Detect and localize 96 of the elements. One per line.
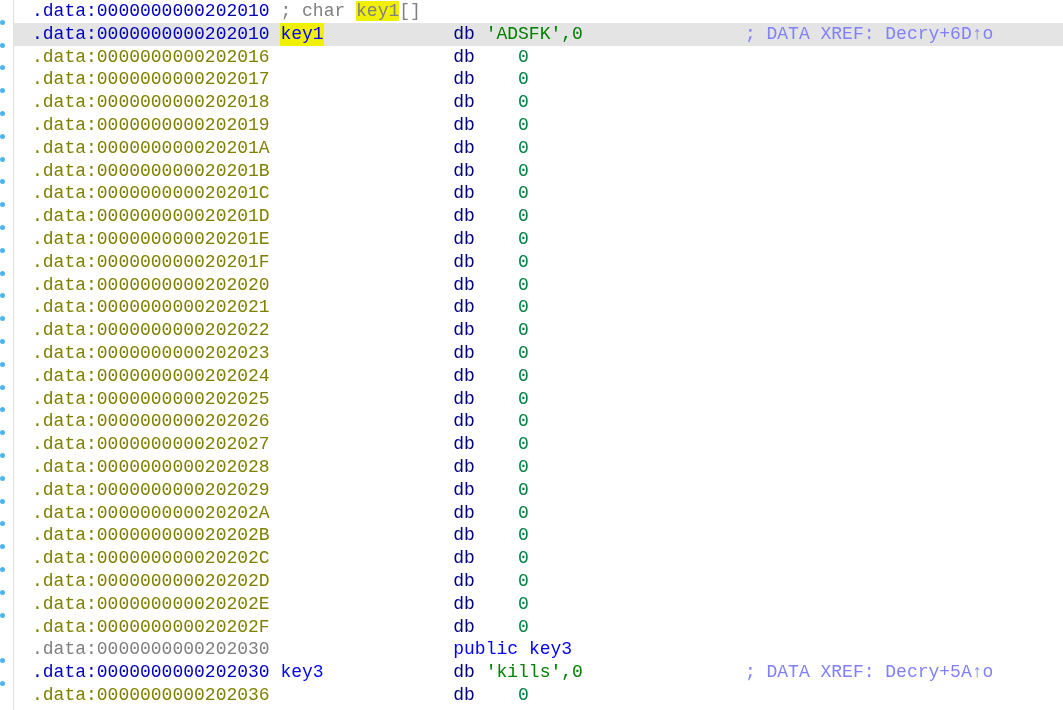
mnemonic: db [453, 205, 476, 228]
xref-comment: ; DATA XREF: Decry+6D↑o [744, 22, 994, 46]
line-address: .data:0000000000202019 [32, 114, 271, 137]
mnemonic: db [453, 478, 476, 502]
operand: 0 [518, 91, 529, 114]
line-address: .data:0000000000202010 [32, 22, 271, 46]
operand: 0 [518, 410, 529, 434]
mnemonic: db [453, 319, 476, 342]
mnemonic: db [453, 592, 476, 616]
line-address: .data:0000000000202025 [32, 387, 271, 411]
mnemonic: db [453, 250, 476, 274]
operand: 0 [518, 683, 529, 707]
mnemonic: db [453, 182, 476, 206]
line-address: .data:0000000000202026 [32, 410, 271, 434]
mnemonic: db [453, 341, 476, 365]
mnemonic: db [453, 455, 476, 479]
operand: key3 [528, 638, 573, 662]
line-address: .data:000000000020202D [32, 569, 271, 593]
operand: 0 [518, 615, 529, 639]
mnemonic: db [453, 159, 476, 183]
operand: 0 [518, 501, 529, 525]
mnemonic: db [453, 524, 476, 548]
operand: 0 [518, 478, 529, 502]
mnemonic: db [453, 569, 476, 593]
operand: 0 [518, 159, 529, 183]
mnemonic: db [453, 45, 476, 69]
operand: 0 [518, 136, 529, 160]
mnemonic: db [453, 273, 476, 297]
line-address: .data:0000000000202023 [32, 341, 271, 365]
line-address: .data:0000000000202027 [32, 433, 271, 456]
line-address: .data:0000000000202021 [32, 296, 271, 320]
operand: 0 [518, 205, 529, 228]
mnemonic: db [453, 114, 476, 137]
operand: 0 [518, 227, 529, 251]
line-address: .data:0000000000202030 [32, 661, 271, 684]
mnemonic: db [453, 433, 476, 456]
operand: 0 [518, 455, 529, 479]
operand: 0 [518, 68, 529, 92]
line-address: .data:000000000020201B [32, 159, 271, 183]
line-address: .data:000000000020202B [32, 524, 271, 548]
mnemonic: db [453, 501, 476, 525]
line-address: .data:000000000020202F [32, 615, 271, 639]
mnemonic: db [453, 683, 476, 707]
line-address: .data:000000000020202E [32, 592, 271, 616]
symbol-name[interactable]: key1 [280, 22, 324, 46]
operand: 0 [518, 182, 529, 206]
mnemonic: db [453, 410, 476, 434]
line-address: .data:0000000000202036 [32, 683, 271, 707]
line-address: .data:000000000020201E [32, 227, 271, 251]
line-address: .data:0000000000202018 [32, 91, 271, 114]
line-address: .data:0000000000202010 [32, 0, 271, 23]
line-address: .data:000000000020202A [32, 501, 271, 525]
operand: 0 [518, 547, 529, 570]
line-address: .data:0000000000202024 [32, 364, 271, 388]
line-address: .data:0000000000202029 [32, 478, 271, 502]
line-address: .data:0000000000202017 [32, 68, 271, 92]
line-address: .data:0000000000202028 [32, 455, 271, 479]
mnemonic: db [453, 68, 476, 92]
mnemonic: db [453, 661, 476, 684]
symbol-name[interactable]: key3 [280, 661, 324, 684]
operand: 0 [518, 524, 529, 548]
operand: 0 [518, 114, 529, 137]
operand: 0 [518, 250, 529, 274]
operand: 0 [518, 45, 529, 69]
operand: 0 [518, 387, 529, 411]
mnemonic: db [453, 364, 476, 388]
mnemonic: db [453, 91, 476, 114]
line-address: .data:000000000020202C [32, 547, 271, 570]
line-address: .data:000000000020201C [32, 182, 271, 206]
mnemonic: db [453, 547, 476, 570]
line-comment: ; char key1[] [280, 0, 421, 23]
xref-comment: ; DATA XREF: Decry+5A↑o [744, 661, 994, 684]
line-address: .data:000000000020201D [32, 205, 271, 228]
mnemonic: db [453, 136, 476, 160]
operand: 0 [518, 364, 529, 388]
line-address: .data:0000000000202030 [32, 638, 271, 662]
mnemonic: db [453, 296, 476, 320]
operand: 0 [518, 296, 529, 320]
mnemonic: db [453, 387, 476, 411]
operand: 0 [518, 592, 529, 616]
line-address: .data:000000000020201F [32, 250, 271, 274]
operand: 0 [518, 273, 529, 297]
operand: 0 [518, 433, 529, 456]
mnemonic: db [453, 615, 476, 639]
operand: 'kills',0 [485, 661, 583, 684]
line-address: .data:0000000000202016 [32, 45, 271, 69]
mnemonic: db [453, 227, 476, 251]
operand: 0 [518, 569, 529, 593]
operand: 0 [518, 341, 529, 365]
line-address: .data:0000000000202020 [32, 273, 271, 297]
line-address: .data:0000000000202022 [32, 319, 271, 342]
operand: 0 [518, 319, 529, 342]
operand: 'ADSFK',0 [485, 22, 583, 46]
line-address: .data:000000000020201A [32, 136, 271, 160]
mnemonic: public [453, 638, 520, 662]
mnemonic: db [453, 22, 476, 46]
